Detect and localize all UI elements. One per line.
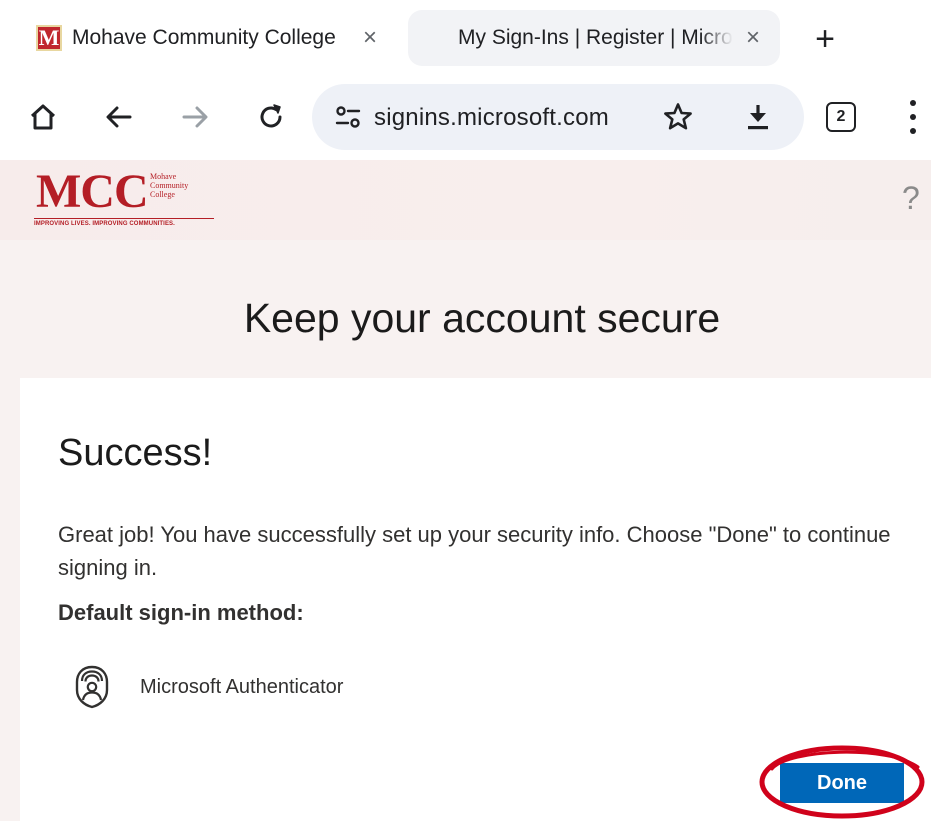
tab-title: My Sign-Ins | Register | Microsoft xyxy=(458,26,733,49)
tab-count-button[interactable]: 2 xyxy=(826,102,856,132)
default-sign-in-method: Microsoft Authenticator xyxy=(74,662,343,712)
method-name: Microsoft Authenticator xyxy=(140,675,344,698)
arrow-right-icon xyxy=(182,106,208,128)
mcc-logo: MCC Mohave Community College IMPROVING L… xyxy=(32,164,232,232)
home-icon xyxy=(30,104,56,130)
back-button[interactable] xyxy=(100,98,138,136)
done-highlight: Done xyxy=(758,743,926,821)
brand-header: MCC Mohave Community College IMPROVING L… xyxy=(0,160,931,240)
success-message: Great job! You have successfully set up … xyxy=(58,522,891,580)
page-content: MCC Mohave Community College IMPROVING L… xyxy=(0,160,931,821)
logo-letters: MCC xyxy=(36,165,149,218)
tab-title: Mohave Community College xyxy=(72,26,336,49)
browser-toolbar: signins.microsoft.com 2 xyxy=(0,74,931,160)
tab-strip: M Mohave Community College × My Sign-Ins… xyxy=(0,0,931,74)
site-info-icon[interactable] xyxy=(334,103,362,131)
page-title: Keep your account secure xyxy=(243,295,721,341)
microsoft-favicon xyxy=(422,25,448,51)
tab-close-icon[interactable]: × xyxy=(739,24,767,52)
logo-tagline: IMPROVING LIVES. IMPROVING COMMUNITIES. xyxy=(34,221,175,227)
address-bar[interactable]: signins.microsoft.com xyxy=(312,84,804,150)
tab-mohave-community-college[interactable]: M Mohave Community College × xyxy=(36,10,396,66)
highlight-ring xyxy=(759,745,925,819)
reload-icon xyxy=(260,104,282,128)
tab-close-icon[interactable]: × xyxy=(356,24,384,52)
authenticator-icon xyxy=(75,665,109,709)
arrow-left-icon xyxy=(106,106,132,128)
help-button[interactable]: ? xyxy=(902,180,920,217)
forward-button[interactable] xyxy=(176,98,214,136)
more-menu-icon[interactable] xyxy=(906,100,920,134)
reload-button[interactable] xyxy=(252,98,290,136)
card-title: Success! xyxy=(58,432,213,474)
home-button[interactable] xyxy=(24,98,62,136)
mcc-favicon: M xyxy=(36,25,62,51)
default-method-label: Default sign-in method: xyxy=(58,600,304,625)
tab-my-sign-ins[interactable]: My Sign-Ins | Register | Microsoft × xyxy=(408,10,780,66)
success-card: Success! Great job! You have successfull… xyxy=(20,378,931,821)
new-tab-button[interactable]: + xyxy=(808,22,842,56)
logo-wordmark: Mohave Community College xyxy=(150,172,189,199)
download-icon[interactable] xyxy=(742,101,774,133)
star-icon[interactable] xyxy=(662,101,694,133)
logo-rule xyxy=(34,218,214,219)
url-text[interactable]: signins.microsoft.com xyxy=(374,104,609,132)
